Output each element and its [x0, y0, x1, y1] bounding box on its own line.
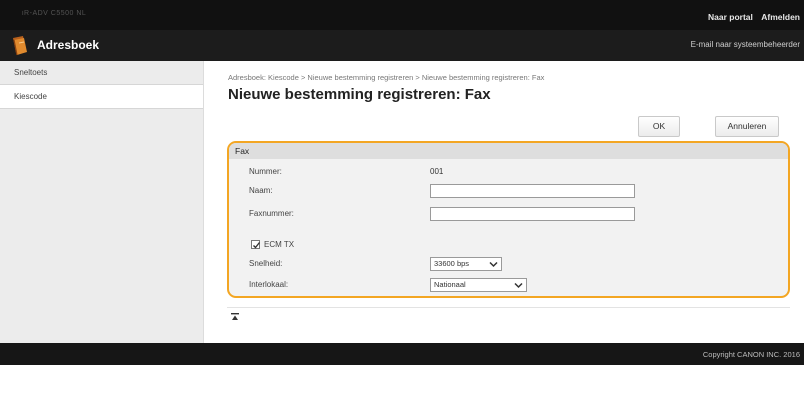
- number-label: Nummer:: [249, 167, 282, 176]
- speed-label: Snelheid:: [249, 259, 283, 268]
- number-value: 001: [430, 167, 444, 176]
- interlocal-label: Interlokaal:: [249, 280, 289, 289]
- app-header: Adresboek E-mail naar systeembeheerder: [0, 30, 804, 61]
- portal-link[interactable]: Naar portal: [708, 12, 753, 22]
- fax-number-field[interactable]: [430, 207, 635, 221]
- logout-link[interactable]: Afmelden: [761, 12, 800, 22]
- sidebar: Sneltoets Kiescode: [0, 61, 204, 343]
- breadcrumb: Adresboek: Kiescode > Nieuwe bestemming …: [228, 73, 545, 82]
- mail-admin-link[interactable]: E-mail naar systeembeheerder: [691, 40, 800, 49]
- ecm-tx-checkbox[interactable]: [251, 240, 261, 249]
- chevron-down-icon: [489, 261, 498, 268]
- interlocal-value: Nationaal: [434, 280, 466, 289]
- to-top-icon[interactable]: [231, 313, 239, 321]
- ok-button[interactable]: OK: [638, 116, 680, 137]
- device-name: iR-ADV C5500 NL: [22, 10, 87, 17]
- name-label: Naam:: [249, 186, 273, 195]
- divider: [227, 307, 790, 308]
- sidebar-item-kiescode[interactable]: Kiescode: [0, 85, 203, 109]
- chevron-down-icon: [514, 282, 523, 289]
- address-book-icon: [13, 36, 27, 56]
- fax-number-label: Faxnummer:: [249, 209, 294, 218]
- speed-value: 33600 bps: [434, 259, 470, 268]
- top-links: Naar portal Afmelden: [702, 12, 800, 22]
- copyright: Copyright CANON INC. 2016: [702, 350, 800, 359]
- main-content: Adresboek: Kiescode > Nieuwe bestemming …: [205, 61, 804, 343]
- ecm-tx-label: ECM TX: [264, 240, 295, 249]
- name-field[interactable]: [430, 184, 635, 198]
- app-title: Adresboek: [37, 38, 100, 52]
- cancel-button[interactable]: Annuleren: [715, 116, 779, 137]
- speed-select[interactable]: 33600 bps: [430, 257, 502, 271]
- sidebar-item-sneltoets[interactable]: Sneltoets: [0, 61, 203, 85]
- fax-form-panel: Fax Nummer: 001 Naam: Faxnummer: ECM TX …: [227, 141, 790, 298]
- top-bar: iR-ADV C5500 NL Naar portal Afmelden: [0, 0, 804, 30]
- page-title: Nieuwe bestemming registreren: Fax: [228, 86, 491, 103]
- interlocal-select[interactable]: Nationaal: [430, 278, 527, 292]
- section-title: Fax: [229, 143, 788, 159]
- checkmark-icon: [253, 242, 261, 249]
- footer: Copyright CANON INC. 2016: [0, 343, 804, 365]
